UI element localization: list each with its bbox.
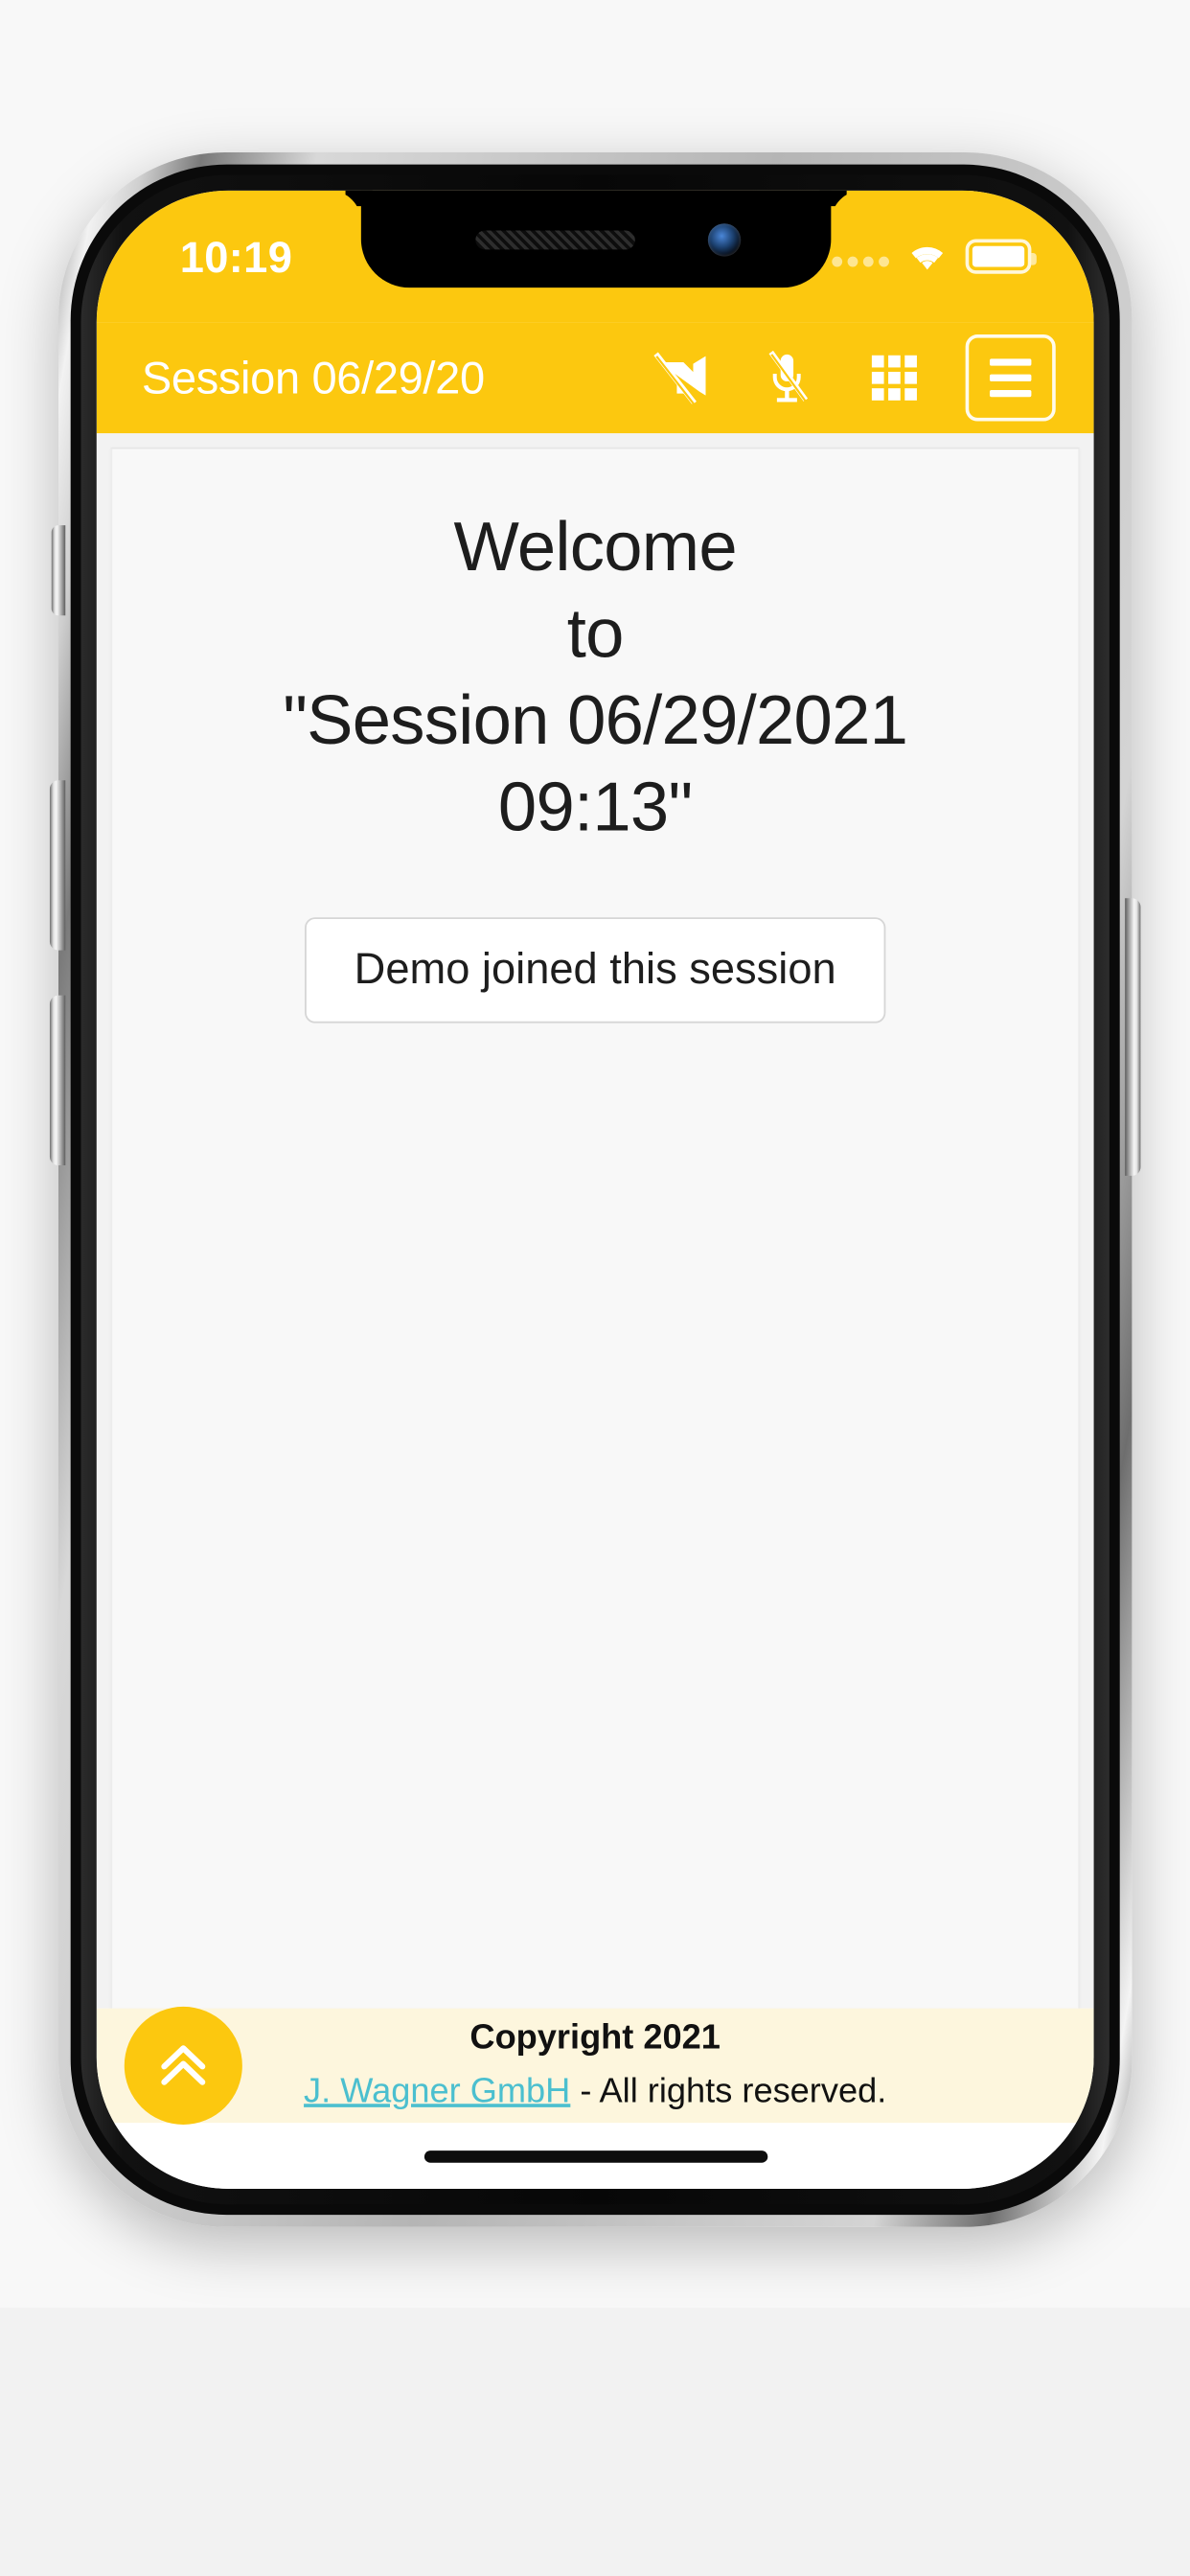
video-off-icon: [653, 352, 706, 404]
grid-view-button[interactable]: [840, 338, 948, 418]
grid-view-icon: [871, 355, 917, 401]
content-area: Welcome to "Session 06/29/2021 09:13" De…: [96, 433, 1094, 2009]
wifi-icon: [911, 246, 944, 270]
header-actions: [626, 334, 1056, 422]
session-content-card: Welcome to "Session 06/29/2021 09:13" De…: [110, 447, 1081, 2009]
status-bar: 10:19: [96, 190, 1094, 323]
phone-screen: 10:19 Session 06/29/20 Welcome to "Sessi…: [96, 190, 1094, 2189]
status-bar-indicators: [832, 236, 1037, 277]
earpiece-speaker-icon: [474, 229, 634, 249]
session-title: Session 06/29/20: [141, 351, 485, 403]
status-bar-time: 10:19: [179, 234, 293, 283]
battery-level-fill: [972, 245, 1025, 267]
join-notice-box: Demo joined this session: [304, 917, 887, 1024]
hamburger-menu-button[interactable]: [965, 334, 1056, 422]
home-indicator-area: [96, 2123, 1094, 2189]
page-backdrop-lower: [0, 2308, 1190, 2576]
welcome-line-4: 09:13": [497, 770, 693, 846]
welcome-line-3: "Session 06/29/2021: [283, 682, 908, 760]
silent-switch[interactable]: [51, 525, 66, 616]
volume-up-button[interactable]: [49, 780, 66, 951]
battery-icon: [965, 239, 1037, 274]
scroll-to-top-button[interactable]: [124, 2006, 242, 2125]
video-off-button[interactable]: [626, 338, 733, 418]
front-camera-icon: [706, 222, 741, 256]
welcome-heading: Welcome to "Session 06/29/2021 09:13": [283, 504, 908, 851]
volume-down-button[interactable]: [49, 995, 66, 1166]
signal-dots-icon: [832, 246, 889, 267]
phone-mockup: 10:19 Session 06/29/20 Welcome to "Sessi…: [49, 152, 1141, 2227]
double-chevron-up-icon: [161, 2045, 206, 2085]
home-indicator[interactable]: [423, 2150, 767, 2162]
welcome-line-2: to: [566, 596, 625, 673]
mic-off-icon: [768, 350, 809, 403]
company-link[interactable]: J. Wagner GmbH: [304, 2073, 570, 2111]
welcome-line-1: Welcome: [453, 509, 738, 586]
copyright-line: Copyright 2021: [469, 2018, 721, 2058]
app-footer: Copyright 2021 J. Wagner GmbH - All righ…: [96, 2006, 1094, 2125]
mic-off-button[interactable]: [733, 338, 840, 418]
rights-line: J. Wagner GmbH - All rights reserved.: [304, 2067, 886, 2117]
footer-text: Copyright 2021 J. Wagner GmbH - All righ…: [304, 2013, 886, 2118]
rights-text: - All rights reserved.: [570, 2072, 887, 2111]
hamburger-menu-icon: [989, 358, 1032, 398]
display-notch: [359, 190, 831, 288]
power-button[interactable]: [1125, 898, 1141, 1176]
app-header-bar: Session 06/29/20: [96, 322, 1094, 434]
